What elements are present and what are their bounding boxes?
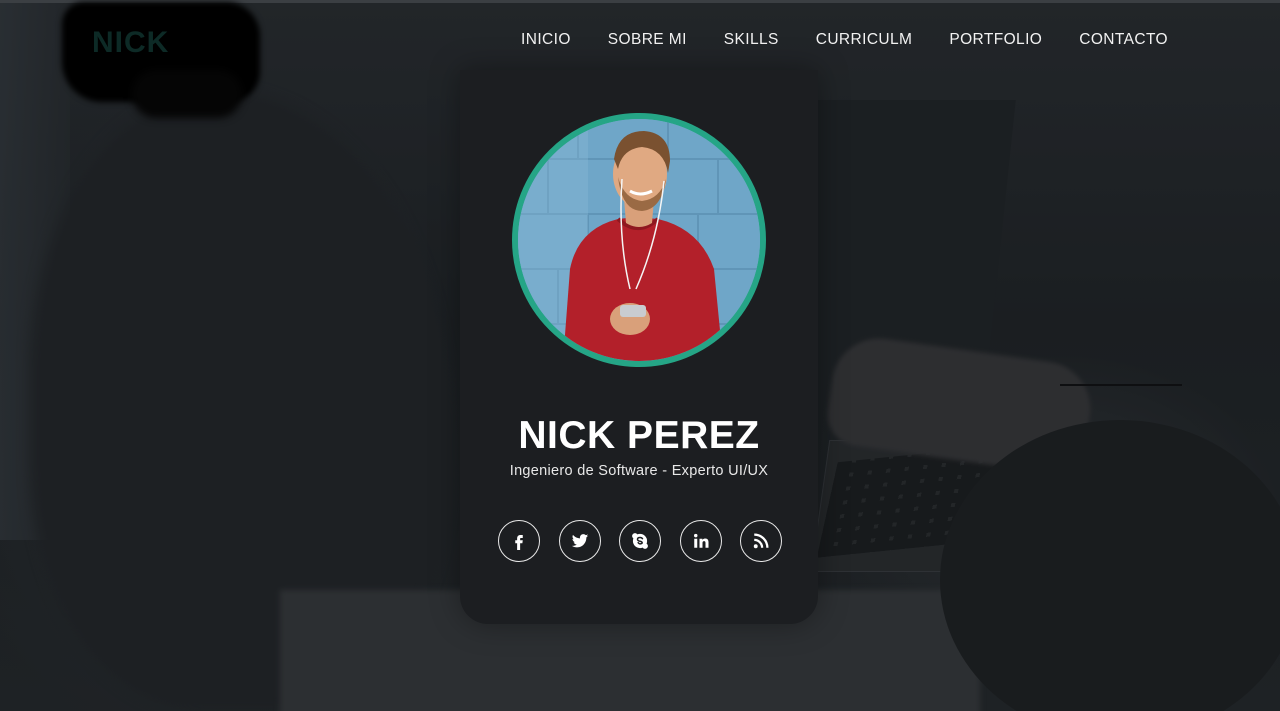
- linkedin-icon: [693, 533, 708, 548]
- profile-avatar: [512, 113, 766, 367]
- nav-item-sobre-mi[interactable]: SOBRE MI: [608, 31, 687, 49]
- main-nav: INICIO SOBRE MI SKILLS CURRICULM PORTFOL…: [521, 31, 1168, 49]
- profile-name: NICK PEREZ: [518, 414, 760, 457]
- facebook-button[interactable]: [498, 520, 540, 562]
- social-links: [498, 520, 782, 562]
- nav-item-portfolio[interactable]: PORTFOLIO: [949, 31, 1042, 49]
- profile-card: NICK PEREZ Ingeniero de Software - Exper…: [460, 70, 818, 624]
- nav-item-contacto[interactable]: CONTACTO: [1079, 31, 1168, 49]
- logo-text: NICK: [92, 26, 170, 59]
- skype-icon: [632, 533, 648, 549]
- linkedin-button[interactable]: [679, 520, 722, 562]
- twitter-button[interactable]: [558, 520, 601, 562]
- rss-button[interactable]: [740, 520, 782, 562]
- rss-icon: [753, 533, 769, 549]
- site-logo[interactable]: NICK: [62, 0, 262, 118]
- skype-button[interactable]: [619, 520, 661, 562]
- profile-subtitle: Ingeniero de Software - Experto UI/UX: [509, 463, 769, 479]
- twitter-icon: [571, 534, 588, 548]
- nav-item-inicio[interactable]: INICIO: [521, 31, 571, 49]
- facebook-icon: [515, 535, 523, 550]
- nav-item-skills[interactable]: SKILLS: [724, 31, 779, 49]
- nav-item-curriculm[interactable]: CURRICULM: [816, 31, 913, 49]
